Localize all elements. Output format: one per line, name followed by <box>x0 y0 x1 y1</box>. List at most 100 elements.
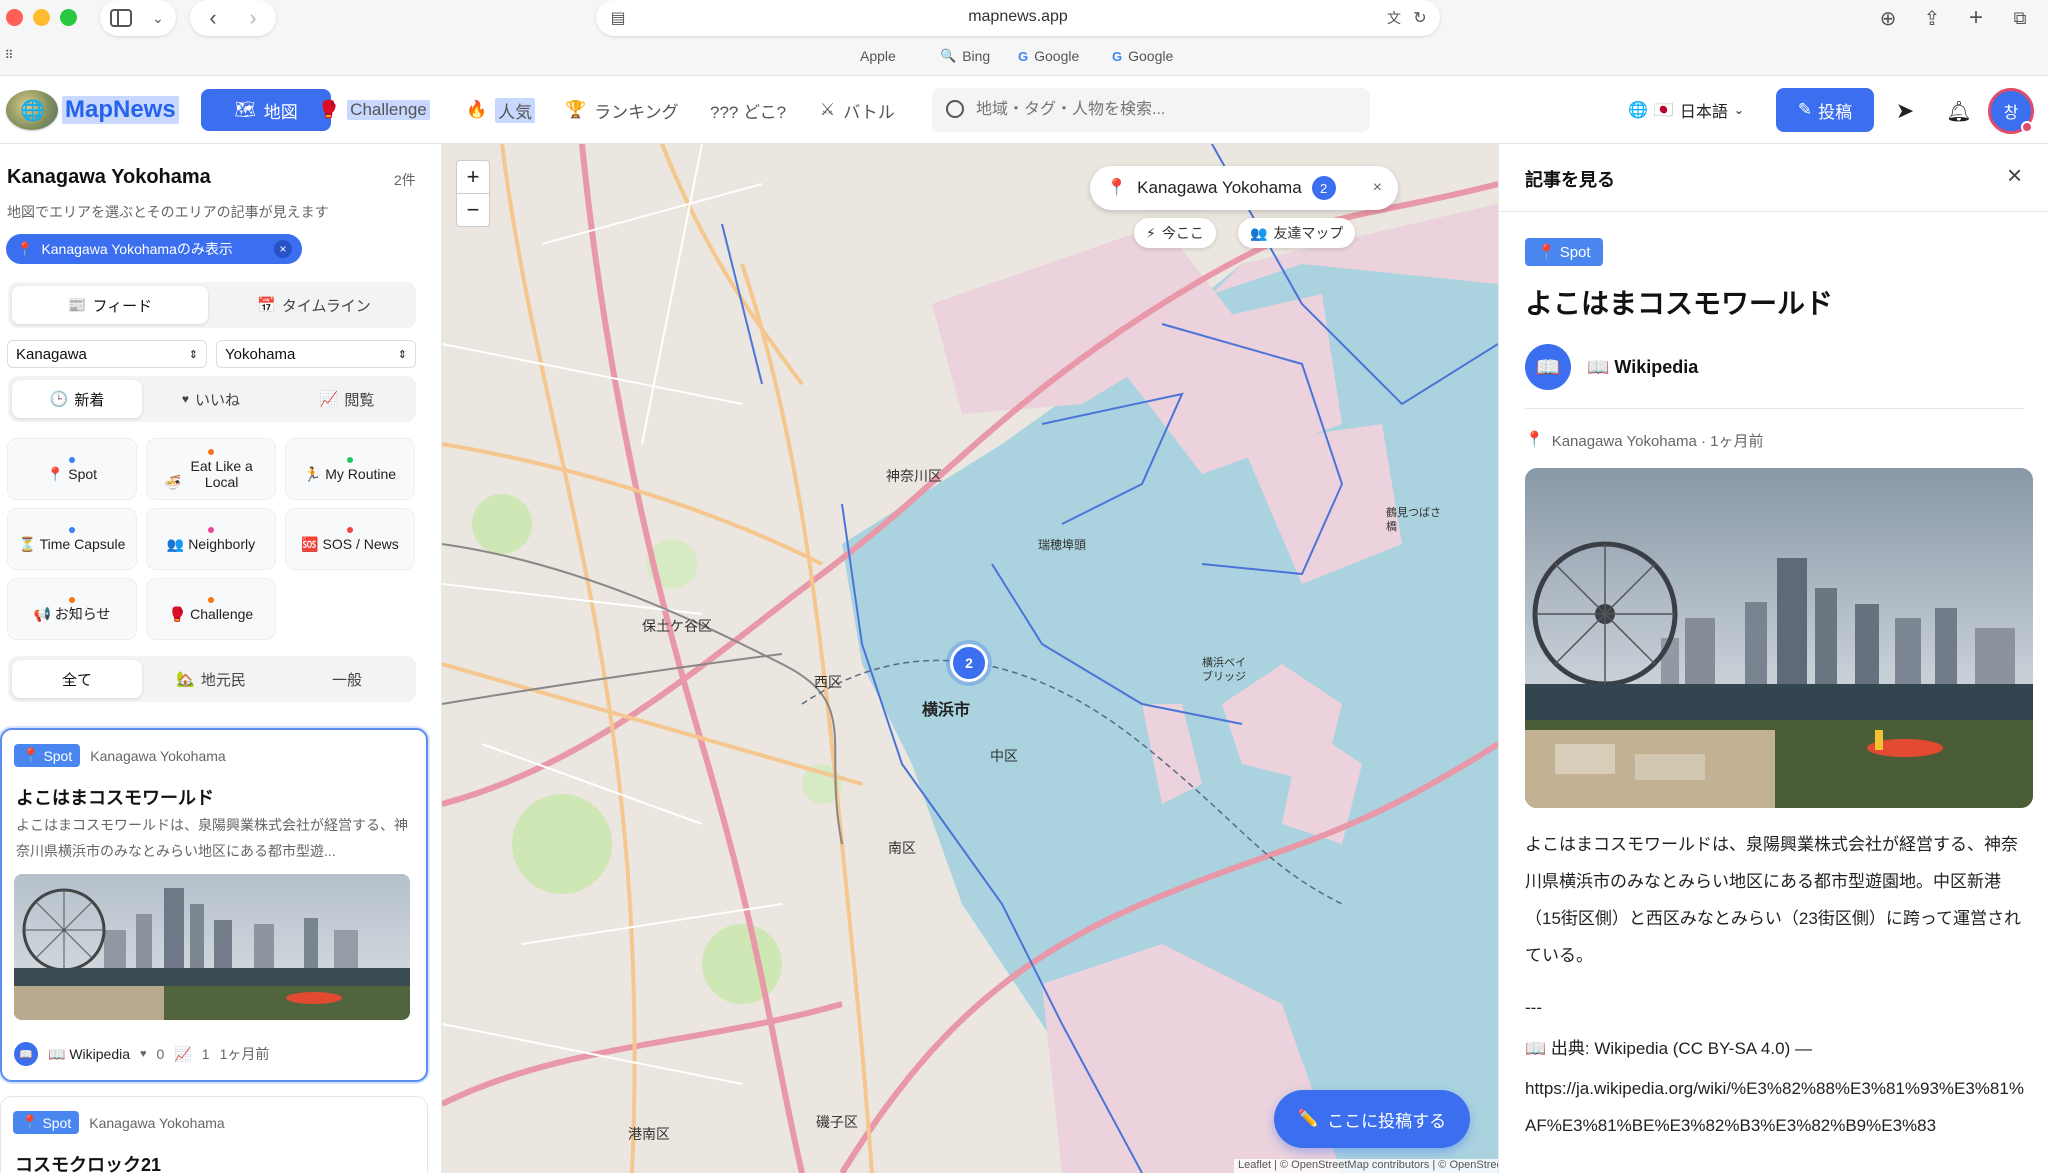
map-cluster-marker[interactable]: 2 <box>950 644 988 682</box>
brand-logo[interactable]: 🌐 <box>6 90 58 130</box>
badge-label: Spot <box>1559 243 1591 261</box>
tab-feed[interactable]: 📰 フィード <box>12 286 208 324</box>
card-title: コスモクロック21 <box>15 1155 162 1173</box>
chip-label: Kanagawa Yokohamaのみ表示 <box>41 241 233 257</box>
sidebar-icon[interactable] <box>108 6 134 30</box>
audience-all[interactable]: 全て <box>12 660 142 698</box>
area-filter-chip[interactable]: 📍 Kanagawa Yokohamaのみ表示 × <box>6 234 302 264</box>
select-value: Yokohama <box>225 345 296 363</box>
author-row[interactable]: 📖 📖 Wikipedia <box>1525 344 1698 390</box>
category-eat-like-a-local[interactable]: 🍜 Eat Like a Local <box>146 438 276 500</box>
chevron-down-icon: ⌄ <box>1733 103 1744 117</box>
megaphone-icon: 📢 <box>33 605 51 622</box>
address-bar[interactable]: ▤ mapnews.app 文 ↻ <box>596 0 1440 36</box>
house-icon: 🏡 <box>176 671 195 688</box>
pin-icon: 📍 <box>16 240 34 257</box>
friends-map-button[interactable]: 👥 友達マップ <box>1238 218 1356 248</box>
article-panel: 記事を見る × 📍 Spot よこはまコスモワールド 📖 📖 Wikipedia … <box>1498 144 2048 1173</box>
close-icon[interactable]: × <box>1373 179 1382 197</box>
map[interactable]: 神奈川区 保土ケ谷区 西区 横浜市 中区 南区 磯子区 港南区 瑞穂埠頭 横浜ベ… <box>442 144 1498 1173</box>
calendar-icon: 📅 <box>257 297 276 314</box>
forward-icon[interactable]: › <box>240 4 266 32</box>
audience-locals[interactable]: 🏡 地元民 <box>146 660 276 698</box>
author-name: 📖 Wikipedia <box>1587 356 1699 377</box>
badge-label: Spot <box>43 747 73 764</box>
city-select[interactable]: Yokohama ⇕ <box>216 340 416 368</box>
zoom-out-button[interactable]: − <box>456 193 490 227</box>
category-neighborly[interactable]: 👥 Neighborly <box>146 508 276 570</box>
category-time-capsule[interactable]: ⏳ Time Capsule <box>7 508 137 570</box>
category-my-routine[interactable]: 🏃 My Routine <box>285 438 415 500</box>
nav-where[interactable]: ??? どこ? <box>700 89 796 131</box>
map-label: 西区 <box>814 674 842 690</box>
tab-label: フィード <box>92 297 153 315</box>
article-source-link[interactable]: https://ja.wikipedia.org/wiki/%E3%82%88%… <box>1525 1070 2033 1144</box>
language-selector[interactable]: 🌐 🇯🇵 日本語 ⌄ <box>1628 98 1744 122</box>
swords-icon: ⚔ <box>820 100 836 119</box>
card-thumbnail <box>14 874 410 1020</box>
card-excerpt: よこはまコスモワールドは、泉陽興業株式会社が経営する、神奈川県横浜市のみなとみら… <box>16 817 408 859</box>
post-card[interactable]: 📍 Spot Kanagawa Yokohama よこはまコスモワールド よこはま… <box>0 728 428 1082</box>
bell-icon[interactable]: 🔔︎ <box>1944 96 1974 126</box>
category-challenge[interactable]: 🥊 Challenge <box>146 578 276 640</box>
maximize-window-button[interactable] <box>60 9 77 26</box>
location-chip[interactable]: 📍 Kanagawa Yokohama 2 × <box>1090 166 1398 210</box>
tabs-overview-icon[interactable]: ⧉ <box>2006 4 2034 32</box>
nav-popular[interactable]: 🔥 人気 <box>456 89 545 131</box>
favorite-google-1[interactable]: G Google <box>1018 48 1079 64</box>
category-sos-news[interactable]: 🆘 SOS / News <box>285 508 415 570</box>
send-icon[interactable]: ➤ <box>1890 96 1920 126</box>
translate-icon[interactable]: 文 <box>1382 6 1406 30</box>
zoom-in-button[interactable]: + <box>456 160 490 194</box>
like-count: 0 <box>156 1046 165 1062</box>
audience-general[interactable]: 一般 <box>282 660 412 698</box>
minimize-window-button[interactable] <box>33 9 50 26</box>
nav-ranking[interactable]: 🏆 ランキング <box>555 89 689 131</box>
category-dot <box>347 456 353 463</box>
nav-challenge[interactable]: 🥊 Challenge <box>308 89 440 131</box>
search-input[interactable] <box>976 96 1356 124</box>
category-spot[interactable]: 📍 Spot <box>7 438 137 500</box>
category-label: Time Capsule <box>39 535 126 552</box>
card-footer: 📖 📖 Wikipedia ♥ 0 📈 1 1ヶ月前 <box>14 1042 269 1066</box>
reload-icon[interactable]: ↻ <box>1408 6 1432 30</box>
tab-label: 閲覧 <box>344 391 375 409</box>
prefecture-select[interactable]: Kanagawa ⇕ <box>7 340 207 368</box>
new-tab-icon[interactable]: + <box>1962 4 1990 32</box>
history-nav-group: ‹ › <box>190 0 276 36</box>
close-icon[interactable]: × <box>2007 160 2022 191</box>
favorite-label: Apple <box>860 48 896 64</box>
category-dot <box>69 596 75 603</box>
post-card[interactable]: 📍 Spot Kanagawa Yokohama コスモクロック21 <box>0 1096 428 1173</box>
avatar[interactable]: 창 <box>1988 88 2034 134</box>
category-label: Neighborly <box>188 535 256 552</box>
category-announcement[interactable]: 📢 お知らせ <box>7 578 137 640</box>
close-window-button[interactable] <box>6 9 23 26</box>
sort-likes[interactable]: ♥ いいね <box>146 380 276 418</box>
grid-icon[interactable]: ⠿ <box>0 46 18 64</box>
post-here-button[interactable]: ✏️ ここに投稿する <box>1274 1090 1470 1148</box>
audience-tabs: 全て 🏡 地元民 一般 <box>8 656 416 702</box>
boxing-glove-icon: 🥊 <box>168 605 187 622</box>
favorite-apple[interactable]: Apple <box>854 48 896 64</box>
sort-newest[interactable]: 🕒 新着 <box>12 380 142 418</box>
now-here-button[interactable]: ⚡ 今ここ <box>1134 218 1216 248</box>
post-label: 投稿 <box>1818 102 1853 122</box>
map-label: 横浜市 <box>922 702 971 719</box>
nav-battle[interactable]: ⚔ バトル <box>810 89 905 131</box>
search-icon <box>946 100 964 118</box>
download-icon[interactable]: ⊕ <box>1874 4 1902 32</box>
category-dot <box>69 456 75 463</box>
favorite-google-2[interactable]: G Google <box>1112 48 1173 64</box>
back-icon[interactable]: ‹ <box>200 4 226 32</box>
chevron-down-icon[interactable]: ⌄ <box>146 6 170 30</box>
sort-views[interactable]: 📈 閲覧 <box>282 380 412 418</box>
favorite-bing[interactable]: 🔍 Bing <box>940 48 990 64</box>
brand-name[interactable]: MapNews <box>62 96 179 124</box>
people-icon: 👥 <box>166 535 185 552</box>
close-icon[interactable]: × <box>274 240 292 258</box>
tab-timeline[interactable]: 📅 タイムライン <box>216 286 412 324</box>
post-button[interactable]: ✎ 投稿 <box>1776 88 1874 132</box>
share-icon[interactable]: ⇪ <box>1918 4 1946 32</box>
newspaper-icon: 📰 <box>67 297 87 314</box>
